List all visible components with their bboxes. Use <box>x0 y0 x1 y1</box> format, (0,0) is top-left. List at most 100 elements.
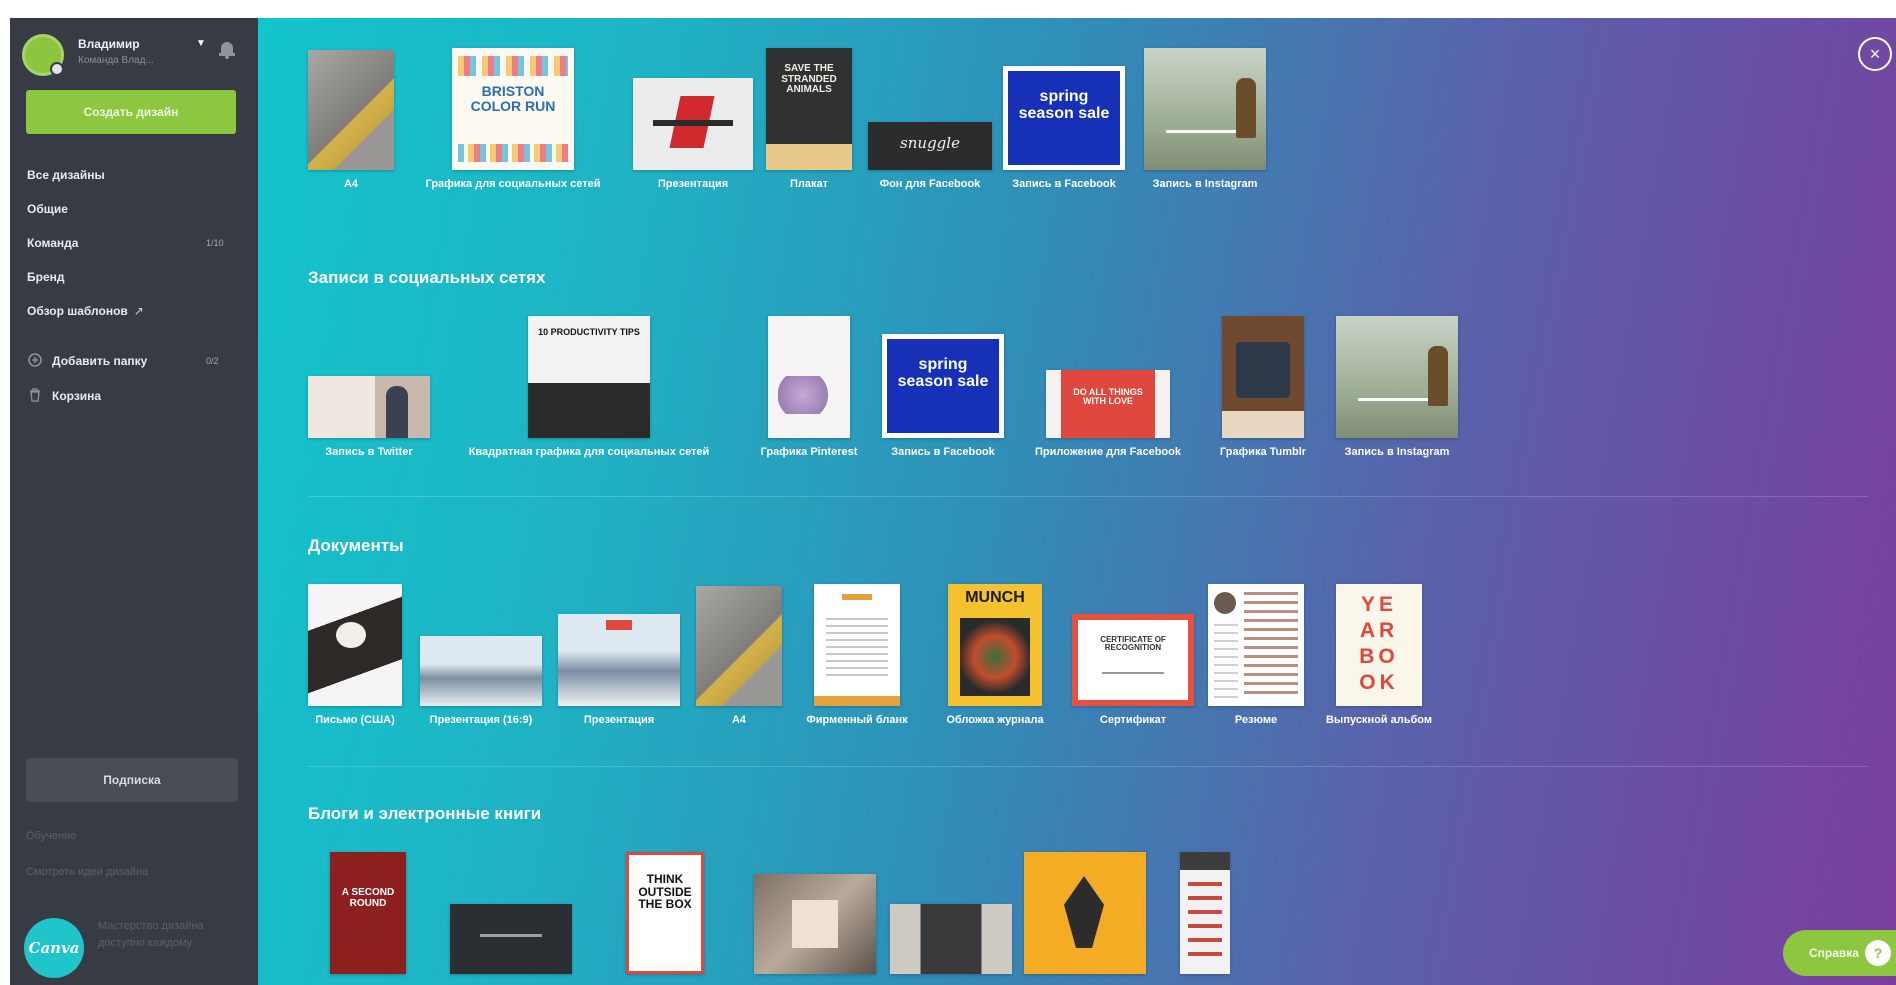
question-icon: ? <box>1865 940 1891 966</box>
canva-logo: Canva <box>24 918 84 978</box>
user-team: Команда Влад... <box>78 55 154 66</box>
template-thumbnail[interactable] <box>558 614 680 706</box>
template-gallery: A4 BRISTON COLOR RUN Графика для социаль… <box>258 18 1896 985</box>
sidebar-item-browse-templates[interactable]: Обзор шаблонов ↗ <box>27 304 144 318</box>
template-label: Запись в Instagram <box>1344 446 1450 458</box>
thumbnail-text: DO ALL THINGS WITH LOVE <box>1073 387 1143 407</box>
thumbnail-text: 10 PRODUCTIVITY TIPS <box>538 327 640 337</box>
template-label: Графика Tumblr <box>1219 446 1307 458</box>
sidebar-item-label: Обзор шаблонов <box>27 304 128 318</box>
template-thumbnail[interactable]: YE AR BO OK <box>1336 584 1422 706</box>
template-thumbnail[interactable] <box>1208 584 1304 706</box>
template-thumbnail[interactable] <box>450 904 572 974</box>
thumbnail-text: SAVE THE STRANDED ANIMALS <box>781 63 837 95</box>
template-thumbnail[interactable] <box>1144 48 1266 170</box>
template-label: Фирменный бланк <box>806 714 908 726</box>
template-thumbnail[interactable] <box>420 636 542 706</box>
sidebar: Владимир Команда Влад... ▼ Создать дизай… <box>10 18 258 985</box>
subscribe-button[interactable]: Подписка <box>26 758 238 802</box>
template-thumbnail[interactable] <box>814 584 900 706</box>
help-button-label: Справка <box>1809 946 1859 960</box>
template-label: Презентация <box>583 714 655 726</box>
thumbnail-text: snuggle <box>900 134 960 152</box>
sidebar-item-brand[interactable]: Бренд <box>27 270 65 284</box>
template-thumbnail[interactable] <box>754 874 876 974</box>
template-thumbnail[interactable] <box>308 376 430 438</box>
template-thumbnail[interactable] <box>308 50 394 170</box>
template-thumbnail[interactable]: CERTIFICATE OF RECOGNITION <box>1072 614 1194 706</box>
template-thumbnail[interactable] <box>768 316 850 438</box>
section-title-blogs: Блоги и электронные книги <box>308 804 542 823</box>
template-thumbnail[interactable]: DO ALL THINGS WITH LOVE <box>1046 370 1170 438</box>
template-label: Презентация <box>657 178 729 190</box>
template-thumbnail[interactable]: spring season sale <box>1003 66 1125 170</box>
team-count-badge: 1/10 <box>206 238 224 248</box>
template-label: Квадратная графика для социальных сетей <box>468 446 710 458</box>
bell-icon[interactable] <box>218 40 236 60</box>
sidebar-item-all-designs[interactable]: Все дизайны <box>27 168 105 182</box>
sidebar-item-team[interactable]: Команда <box>27 236 78 250</box>
template-label: Запись в Instagram <box>1152 178 1258 190</box>
sidebar-item-add-folder[interactable]: Добавить папку <box>52 354 147 368</box>
thumbnail-text: YE AR BO OK <box>1359 593 1399 694</box>
template-label: Обложка журнала <box>946 714 1044 726</box>
promo-text: Мастерство дизайна доступно каждому <box>98 920 204 949</box>
template-thumbnail[interactable] <box>1336 316 1458 438</box>
sidebar-item-trash[interactable]: Корзина <box>52 389 101 403</box>
template-thumbnail[interactable] <box>696 586 782 706</box>
section-divider <box>308 766 1868 767</box>
thumbnail-text: spring season sale <box>1018 88 1110 122</box>
template-thumbnail[interactable]: 10 PRODUCTIVITY TIPS <box>528 316 650 438</box>
close-button[interactable]: × <box>1858 37 1892 71</box>
user-name[interactable]: Владимир <box>78 37 140 51</box>
section-title-documents: Документы <box>308 536 404 555</box>
chevron-down-icon[interactable]: ▼ <box>196 38 206 49</box>
template-thumbnail[interactable] <box>890 904 1012 974</box>
template-label: Письмо (США) <box>315 714 395 726</box>
help-button[interactable]: Справка ? <box>1783 930 1896 976</box>
template-thumbnail[interactable] <box>308 584 402 706</box>
template-thumbnail[interactable]: A SECOND ROUND <box>330 852 406 974</box>
design-ideas-link[interactable]: Смотреть идеи дизайна <box>26 866 148 878</box>
top-strip <box>0 0 1896 18</box>
template-label: Приложение для Facebook <box>1035 446 1181 458</box>
template-label: A4 <box>343 178 359 190</box>
template-label: Фон для Facebook <box>879 178 981 190</box>
thumbnail-text: BRISTON COLOR RUN <box>470 83 556 114</box>
create-design-button[interactable]: Создать дизайн <box>26 90 236 134</box>
thumbnail-text: MUNCH <box>965 589 1025 606</box>
sidebar-item-shared[interactable]: Общие <box>27 202 68 216</box>
template-label: A4 <box>731 714 747 726</box>
template-label: Запись в Twitter <box>325 446 413 458</box>
template-label: Выпускной альбом <box>1325 714 1433 726</box>
template-thumbnail[interactable] <box>633 78 753 170</box>
section-divider <box>308 496 1868 497</box>
template-thumbnail[interactable]: THINK OUTSIDE THE BOX <box>626 852 704 974</box>
avatar-status-dot <box>50 62 64 76</box>
template-label: Графика Pinterest <box>760 446 858 458</box>
template-thumbnail[interactable]: BRISTON COLOR RUN <box>452 48 574 170</box>
template-label: Сертификат <box>1099 714 1167 726</box>
trash-icon <box>30 388 40 402</box>
add-folder-icon <box>28 353 42 367</box>
external-link-icon: ↗ <box>133 304 144 318</box>
thumbnail-text: THINK OUTSIDE THE BOX <box>638 872 692 912</box>
template-label: Презентация (16:9) <box>429 714 533 726</box>
avatar[interactable] <box>22 34 64 76</box>
section-title-social: Записи в социальных сетях <box>308 268 546 287</box>
template-thumbnail[interactable] <box>1222 316 1304 438</box>
template-thumbnail[interactable] <box>1180 852 1230 974</box>
template-label: Запись в Facebook <box>1012 178 1116 190</box>
template-thumbnail[interactable]: spring season sale <box>882 334 1004 438</box>
template-thumbnail[interactable]: MUNCH <box>948 584 1042 706</box>
template-thumbnail[interactable] <box>1024 852 1146 974</box>
thumbnail-text: CERTIFICATE OF RECOGNITION <box>1100 635 1166 653</box>
template-thumbnail[interactable]: SAVE THE STRANDED ANIMALS <box>766 48 852 170</box>
thumbnail-text: spring season sale <box>897 356 989 390</box>
template-label: Графика для социальных сетей <box>425 178 601 190</box>
template-thumbnail[interactable]: snuggle <box>868 122 992 170</box>
learn-link[interactable]: Обучение <box>26 830 76 842</box>
thumbnail-text: A SECOND ROUND <box>341 887 395 909</box>
template-label: Плакат <box>789 178 829 190</box>
template-label: Запись в Facebook <box>891 446 995 458</box>
